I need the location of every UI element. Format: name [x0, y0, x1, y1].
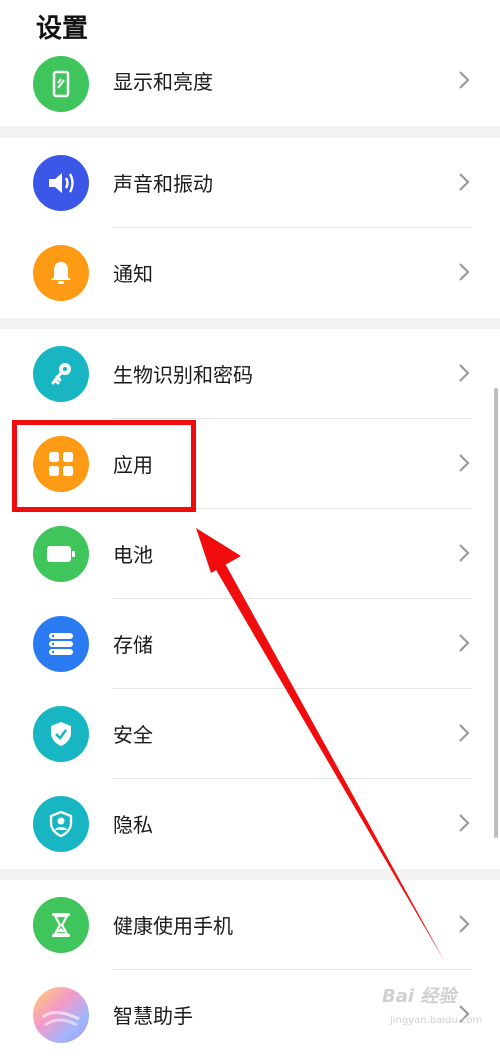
watermark-url: jingyan.baidu.com — [390, 1015, 483, 1026]
watermark: Bai 经验 — [382, 986, 457, 1007]
annotation-arrow — [196, 528, 445, 962]
